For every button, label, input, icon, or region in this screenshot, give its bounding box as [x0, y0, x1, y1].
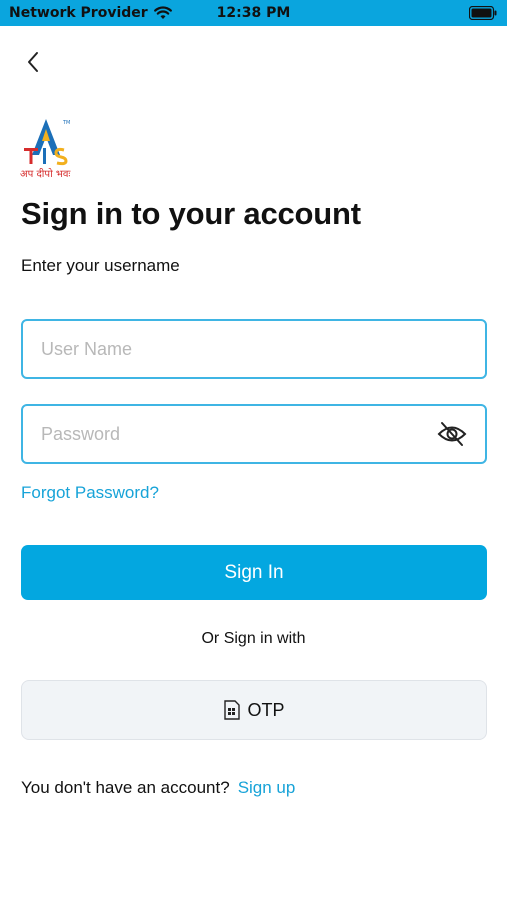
forgot-password-link[interactable]: Forgot Password?: [21, 483, 159, 503]
sign-up-link[interactable]: Sign up: [238, 778, 296, 798]
password-field-container[interactable]: [21, 404, 487, 464]
password-input[interactable]: [41, 406, 441, 462]
otp-button[interactable]: OTP: [21, 680, 487, 740]
battery-icon: [469, 6, 497, 20]
status-time: 12:38 PM: [216, 5, 291, 21]
otp-label: OTP: [247, 699, 285, 720]
back-button[interactable]: [18, 46, 48, 78]
chevron-left-icon: [28, 52, 38, 72]
username-input[interactable]: [41, 321, 441, 377]
svg-text:TM: TM: [62, 120, 70, 126]
username-field-container[interactable]: [21, 319, 487, 379]
sign-in-button[interactable]: Sign In: [21, 545, 487, 600]
page-subtitle: Enter your username: [21, 256, 180, 275]
svg-text:अप दीपो भवः: अप दीपो भवः: [20, 168, 71, 180]
sim-card-icon: [224, 700, 241, 720]
alt-signin-divider: Or Sign in with: [201, 630, 306, 647]
app-logo: TM अप दीपो भवः: [20, 119, 71, 180]
eye-off-icon[interactable]: [437, 420, 467, 448]
signup-prompt: You don't have an account?: [21, 778, 230, 797]
page-title: Sign in to your account: [21, 196, 361, 231]
status-bar: Network Provider 12:38 PM: [0, 0, 507, 26]
sign-in-label: Sign In: [224, 561, 284, 583]
signup-row: You don't have an account? Sign up: [21, 778, 295, 798]
